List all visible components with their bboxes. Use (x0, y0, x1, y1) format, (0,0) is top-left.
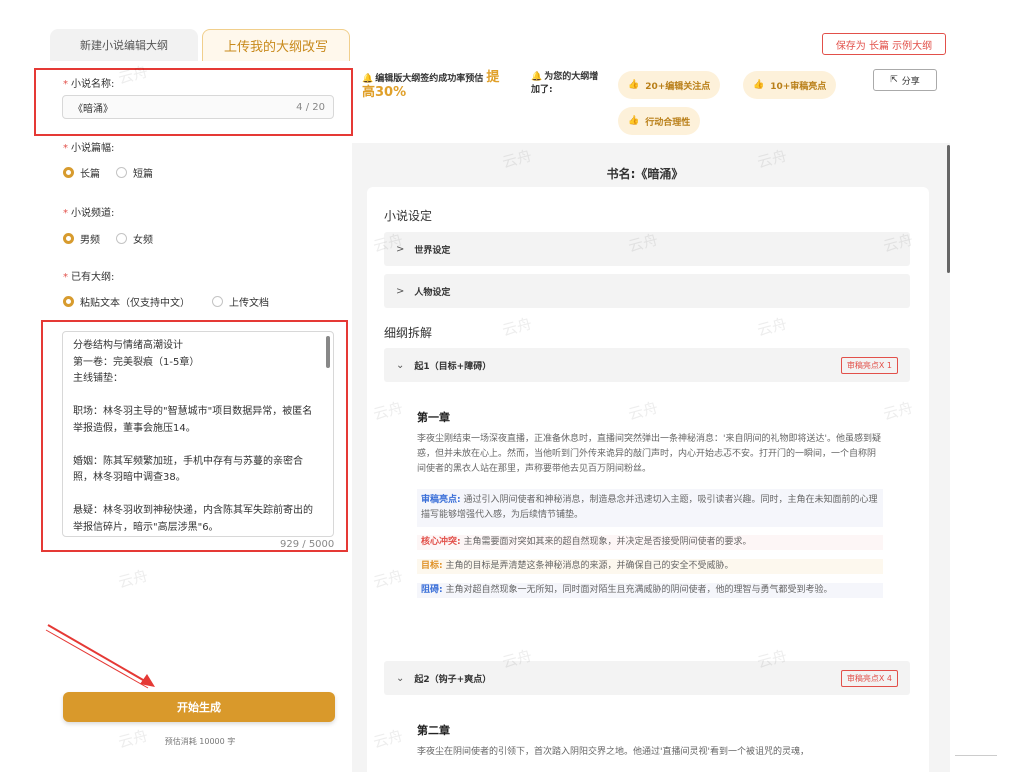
collapse-section-1[interactable]: ⌄ 起1（目标+障碍） 审稿亮点X 1 (384, 348, 910, 382)
tab-new-outline[interactable]: 新建小说编辑大纲 (50, 29, 198, 61)
thumbs-up-icon: 👍 (753, 80, 765, 90)
collapse-world-setting[interactable]: > 世界设定 (384, 232, 910, 266)
channel-radio-group: 男频 女频 (63, 231, 169, 246)
channel-label: * 小说频道: (63, 208, 115, 219)
note-review-highlight: 审稿亮点: 通过引入阴间使者和神秘消息，制造悬念并迅速切入主题，吸引读者兴趣。同… (417, 489, 883, 527)
chip-editor-focus: 👍 20+编辑关注点 (618, 71, 721, 99)
page: 新建小说编辑大纲 上传我的大纲改写 保存为 长篇 示例大纲 * 小说名称: 《暗涌… (0, 0, 1022, 772)
radio-icon (116, 167, 127, 178)
bell-icon: 🔔 (362, 74, 374, 84)
outline-card: 小说设定 > 世界设定 > 人物设定 细纲拆解 ⌄ 起1（目标+障碍） 审稿亮点X 1… (367, 187, 929, 772)
chapter-summary: 李夜尘在阴间使者的引领下，首次踏入阴阳交界之地。他通过'直播间灵视'看到一个被诅… (417, 747, 809, 757)
book-title: 书名:《暗涌》 (606, 167, 684, 181)
review-highlight-badge: 审稿亮点X 1 (840, 357, 898, 374)
chapter-summary: 李夜尘刚结束一场深夜直播，正准备休息时，直播间突然弹出一条神秘消息：'来自阴间的… (417, 434, 881, 474)
thumbs-up-icon: 👍 (628, 116, 640, 126)
length-option-short[interactable]: 短篇 (116, 165, 153, 180)
note-obstacle: 阻碍: 主角对超自然现象一无所知，同时面对陌生且充满威胁的阴间使者，他的理智与勇… (417, 583, 883, 598)
length-label: * 小说篇幅: (63, 143, 115, 154)
settings-title: 小说设定 (384, 209, 433, 223)
outline-benefits-header: 🔔 编辑版大纲签约成功率预估 提 高30% 🔔 为您的大纲增 加了: 👍 20+编辑关… (360, 61, 950, 143)
outline-label: * 已有大纲: (63, 272, 115, 283)
note-core-conflict: 核心冲突: 主角需要面对突如其来的超自然现象，并决定是否接受阴间使者的要求。 (417, 535, 883, 550)
divider (955, 755, 997, 756)
collapse-character-setting[interactable]: > 人物设定 (384, 274, 910, 308)
outline-option-paste[interactable]: 粘贴文本（仅支持中文） (63, 294, 190, 309)
cost-estimate: 预估消耗 10000 字 (164, 737, 236, 746)
tab-upload-outline[interactable]: 上传我的大纲改写 (202, 29, 350, 61)
outline-tabs: 新建小说编辑大纲 上传我的大纲改写 (50, 29, 350, 61)
novel-name-label: * 小说名称: (63, 79, 115, 90)
breakdown-title: 细纲拆解 (384, 326, 433, 340)
outline-preview: 书名:《暗涌》 小说设定 > 世界设定 > 人物设定 细纲拆解 ⌄ 起1（目标+障碍）… (352, 143, 950, 772)
added-items-tip: 🔔 为您的大纲增 加了: (531, 72, 599, 95)
bell-icon: 🔔 (531, 72, 543, 82)
outline-option-upload[interactable]: 上传文档 (212, 294, 269, 309)
outline-char-count: 929 / 5000 (280, 539, 335, 550)
outline-textarea[interactable]: 分卷结构与情绪高潮设计 第一卷：完美裂痕（1-5章） 主线铺垫： 职场：林冬羽主… (62, 331, 334, 537)
channel-option-female[interactable]: 女频 (116, 231, 153, 246)
outline-textarea-content: 分卷结构与情绪高潮设计 第一卷：完美裂痕（1-5章） 主线铺垫： 职场：林冬羽主… (73, 340, 313, 533)
thumbs-up-icon: 👍 (628, 80, 640, 90)
share-icon: ⇱ (890, 75, 898, 85)
radio-icon (116, 233, 127, 244)
chevron-right-icon: > (396, 243, 405, 255)
collapse-section-2[interactable]: ⌄ 起2（钩子+爽点） 审稿亮点X 4 (384, 661, 910, 695)
length-option-long[interactable]: 长篇 (63, 165, 100, 180)
outline-scrollbar[interactable] (326, 336, 330, 368)
radio-selected-icon (63, 167, 74, 178)
novel-name-input[interactable]: 《暗涌》 4 / 20 (62, 95, 334, 119)
share-button[interactable]: ⇱ 分享 (873, 69, 937, 91)
chapter-title: 第一章 (417, 411, 450, 424)
generate-button[interactable]: 开始生成 (63, 692, 335, 722)
radio-selected-icon (63, 296, 74, 307)
radio-selected-icon (63, 233, 74, 244)
preview-scrollbar[interactable] (947, 145, 950, 273)
length-radio-group: 长篇 短篇 (63, 165, 169, 180)
channel-option-male[interactable]: 男频 (63, 231, 100, 246)
chevron-down-icon: ⌄ (396, 672, 405, 684)
chapter-title: 第二章 (417, 724, 450, 737)
note-goal: 目标: 主角的目标是弄清楚这条神秘消息的来源，并确保自己的安全不受威胁。 (417, 559, 883, 574)
outline-form: * 小说名称: 《暗涌》 4 / 20 * 小说篇幅: 长篇 短篇 * 小说频道: 男… (50, 61, 350, 772)
review-highlight-badge: 审稿亮点X 4 (840, 670, 898, 687)
outline-source-radio-group: 粘贴文本（仅支持中文） 上传文档 (63, 294, 285, 309)
save-example-outline-button[interactable]: 保存为 长篇 示例大纲 (822, 33, 946, 55)
chevron-down-icon: ⌄ (396, 359, 405, 371)
chip-action-logic: 👍 行动合理性 (618, 107, 701, 135)
novel-name-count: 4 / 20 (296, 102, 325, 113)
success-rate-tip: 🔔 编辑版大纲签约成功率预估 提 高30% (362, 70, 500, 100)
chevron-right-icon: > (396, 285, 405, 297)
chip-review-highlights: 👍 10+审稿亮点 (743, 71, 837, 99)
radio-icon (212, 296, 223, 307)
novel-name-value: 《暗涌》 (73, 103, 113, 115)
